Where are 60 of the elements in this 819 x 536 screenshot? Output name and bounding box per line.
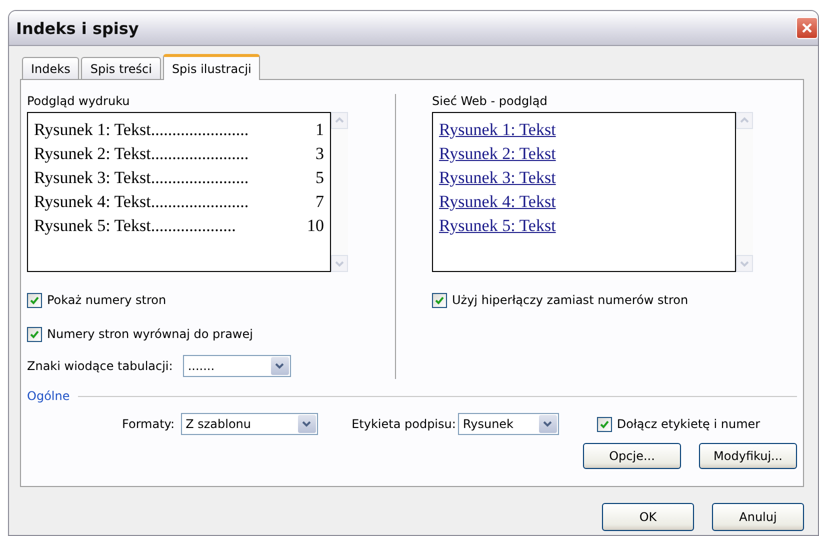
checkbox-box[interactable] — [432, 292, 447, 308]
page-number: 10 — [307, 215, 324, 237]
section-label: Sieć Web - podgląd — [432, 94, 548, 108]
checkbox[interactable]: Dołącz etykietę i numer — [596, 414, 760, 434]
checkbox[interactable]: Użyj hiperłączy zamiast numerów stron — [432, 290, 753, 310]
scroll-bar[interactable] — [331, 112, 348, 272]
dialog-button[interactable]: Modyfikuj... — [699, 443, 797, 469]
checkbox-label: Dołącz etykietę i numer — [616, 417, 760, 431]
tab-leader-dropdown[interactable]: ....... — [182, 355, 291, 377]
dialog-button[interactable]: OK — [602, 503, 694, 531]
leader-dots: ....................... — [150, 167, 250, 189]
leader-dots: ....................... — [150, 143, 250, 165]
checkbox[interactable]: Pokaż numery stron — [27, 290, 387, 310]
link[interactable]: Rysunek 1: Tekst — [439, 118, 556, 142]
check-icon — [30, 296, 39, 304]
page-number: 7 — [316, 191, 324, 213]
check-icon — [30, 330, 39, 338]
link[interactable]: Rysunek 5: Tekst — [439, 214, 556, 238]
tab[interactable]: Indeks — [22, 57, 80, 79]
page-number: 3 — [316, 143, 324, 165]
check-icon — [435, 296, 444, 304]
caret-icon — [543, 421, 552, 427]
tab[interactable]: Spis treści — [81, 57, 161, 79]
link[interactable]: Rysunek 3: Tekst — [439, 166, 556, 190]
field-label: Formaty: — [122, 417, 175, 431]
formats-dropdown[interactable]: Z szablonu — [180, 413, 318, 435]
checkbox-box[interactable] — [596, 416, 612, 432]
window-title: Indeks i spisy — [16, 18, 139, 38]
tab[interactable]: Spis ilustracji — [162, 54, 260, 80]
caret-icon — [275, 363, 284, 369]
caption-label-dropdown[interactable]: Rysunek — [458, 413, 559, 435]
scroll-bar[interactable] — [736, 112, 753, 272]
section-label: Podgląd wydruku — [27, 94, 131, 108]
link[interactable]: Rysunek 2: Tekst — [439, 142, 556, 166]
checkbox-label: Pokaż numery stron — [47, 293, 166, 307]
checkbox-box[interactable] — [27, 326, 42, 342]
link[interactable]: Rysunek 4: Tekst — [439, 190, 556, 214]
checkbox-box[interactable] — [27, 292, 42, 308]
page-number: 5 — [316, 167, 324, 189]
checkbox-label: Numery stron wyrównaj do prawej — [47, 327, 253, 341]
leader-dots: ....................... — [150, 119, 250, 141]
entry-text: Rysunek 3: Tekst — [34, 167, 151, 189]
close-button[interactable] — [796, 17, 818, 39]
entry-text: Rysunek 1: Tekst — [34, 119, 151, 141]
leader-dots: ....................... — [150, 191, 250, 213]
leader-dots: .................... — [150, 215, 237, 237]
close-icon — [801, 22, 813, 34]
checkbox[interactable]: Numery stron wyrównaj do prawej — [27, 324, 387, 344]
checkbox-label: Użyj hiperłączy zamiast numerów stron — [452, 293, 688, 307]
field-label: Etykieta podpisu: — [352, 417, 456, 431]
entry-text: Rysunek 2: Tekst — [34, 143, 151, 165]
dialog-button[interactable]: Anuluj — [712, 503, 804, 531]
group-label: Ogólne — [27, 389, 70, 403]
field-label: Znaki wiodące tabulacji: — [27, 359, 173, 373]
dialog-button[interactable]: Opcje... — [583, 443, 681, 469]
caret-icon — [302, 421, 312, 427]
page-number: 1 — [316, 119, 324, 141]
entry-text: Rysunek 4: Tekst — [34, 191, 151, 213]
check-icon — [600, 420, 609, 428]
entry-text: Rysunek 5: Tekst — [34, 215, 151, 237]
